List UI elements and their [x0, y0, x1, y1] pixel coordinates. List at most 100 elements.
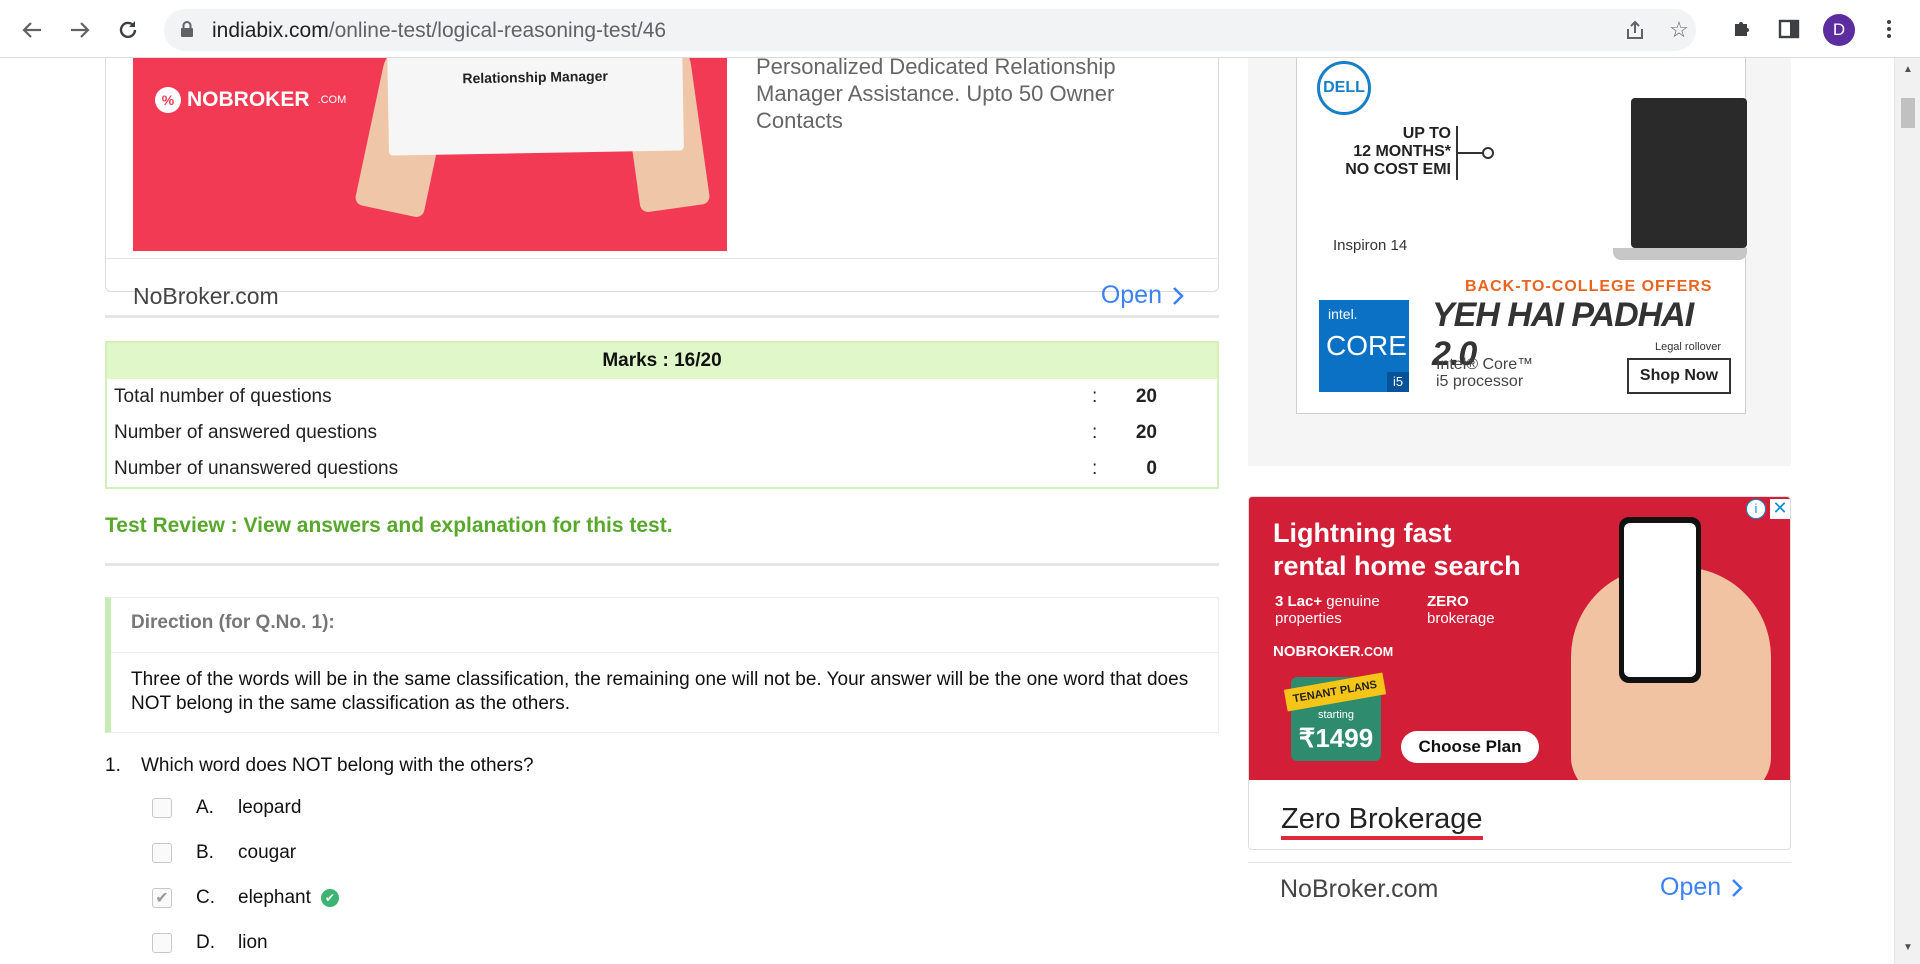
side-panel-icon[interactable]: [1774, 14, 1804, 44]
option-text[interactable]: lion: [238, 932, 268, 954]
page-viewport: Relationship Manager % NOBROKER .COM Pers…: [0, 58, 1920, 964]
processor-text: Intel® Core™ i5 processor: [1436, 356, 1533, 390]
correct-check-icon: ✔: [320, 889, 339, 907]
option-d[interactable]: D. lion: [152, 928, 268, 958]
address-bar[interactable]: indiabix.com/online-test/logical-reasoni…: [164, 9, 1696, 51]
option-checkbox-checked[interactable]: ✔: [152, 888, 172, 908]
ad-open-label: Open: [1100, 281, 1162, 309]
emi-offer-text: UP TO 12 MONTHS* NO COST EMI: [1319, 125, 1451, 179]
option-text[interactable]: leopard: [238, 797, 301, 819]
ad-footer-divider: [1248, 862, 1791, 863]
nobroker-logo: % NOBROKER .COM: [155, 87, 346, 113]
shop-now-button[interactable]: Shop Now: [1627, 358, 1731, 394]
legal-text: Legal rollover: [1654, 341, 1721, 353]
row-label: Total number of questions: [114, 386, 332, 407]
nobroker-brand-suffix: .COM: [317, 94, 347, 106]
option-checkbox[interactable]: [152, 843, 172, 863]
option-a[interactable]: A. leopard: [152, 793, 301, 823]
share-icon[interactable]: [1622, 17, 1648, 43]
nobroker-side-banner[interactable]: Lightning fast rental home search 3 Lac+…: [1249, 497, 1790, 780]
marks-row-answered: Number of answered questions : 20: [107, 415, 1217, 451]
laptop-model: Inspiron 14: [1333, 237, 1408, 254]
zero-brokerage-title[interactable]: Zero Brokerage: [1281, 802, 1483, 840]
direction-title: Direction (for Q.No. 1):: [131, 612, 335, 633]
dell-logo: DELL: [1317, 61, 1371, 115]
nobroker-side-logo: NOBROKER.COM: [1273, 643, 1393, 660]
phone-graphic: [1619, 517, 1701, 683]
option-text[interactable]: elephant: [238, 887, 311, 909]
back-arrow-icon[interactable]: [14, 12, 50, 48]
row-value: 0: [1146, 458, 1157, 479]
test-review-link[interactable]: Test Review : View answers and explanati…: [105, 514, 673, 538]
question-text: 1. Which word does NOT belong with the ot…: [105, 755, 534, 777]
intel-core-badge: intel. CORE i5: [1319, 300, 1409, 392]
forward-arrow-icon[interactable]: [62, 12, 98, 48]
row-label: Number of unanswered questions: [114, 458, 399, 479]
emi-line: NO COST EMI: [1345, 161, 1451, 178]
extensions-puzzle-icon[interactable]: [1727, 14, 1757, 44]
feature-bold: 3 Lac+: [1275, 593, 1323, 610]
row-value: 20: [1135, 386, 1157, 407]
question-number: 1.: [105, 755, 121, 776]
direction-divider: [111, 652, 1218, 653]
scroll-up-arrow-icon[interactable]: ▲: [1901, 64, 1915, 78]
side-ad-open-button[interactable]: Open: [1660, 873, 1743, 902]
lock-icon[interactable]: [180, 21, 194, 37]
marks-row-unanswered: Number of unanswered questions : 0: [107, 451, 1217, 487]
marks-heading: Marks : 16/20: [107, 343, 1217, 379]
feature-text: brokerage: [1427, 610, 1495, 627]
emi-line: UP TO: [1402, 125, 1451, 142]
option-letter: C.: [196, 887, 215, 908]
option-c[interactable]: ✔ C. elephant ✔: [152, 883, 339, 913]
intel-tier: i5: [1387, 372, 1409, 392]
scroll-down-arrow-icon[interactable]: ▼: [1901, 942, 1915, 956]
nobroker-top-ad[interactable]: Relationship Manager % NOBROKER .COM Pers…: [105, 58, 1219, 309]
row-colon: :: [1092, 458, 1098, 479]
page-scrollbar[interactable]: ▲ ▼: [1894, 58, 1920, 964]
row-label: Number of answered questions: [114, 422, 377, 443]
feature-brokerage: ZERO brokerage: [1427, 593, 1537, 627]
ad-info-icon[interactable]: i: [1746, 499, 1766, 519]
nobroker-side-logo-suffix: .COM: [1360, 645, 1394, 659]
ad-footer-divider: [106, 258, 1218, 259]
ad-site-name: NoBroker.com: [133, 283, 279, 309]
choose-plan-button[interactable]: Choose Plan: [1401, 731, 1539, 763]
question-body: Which word does NOT belong with the othe…: [141, 755, 534, 776]
option-checkbox[interactable]: [152, 798, 172, 818]
option-letter: B.: [196, 842, 214, 863]
nobroker-side-ad[interactable]: Lightning fast rental home search 3 Lac+…: [1248, 496, 1791, 850]
option-letter: D.: [196, 932, 215, 953]
nobroker-logo-icon: %: [155, 87, 181, 113]
browser-toolbar: indiabix.com/online-test/logical-reasoni…: [0, 0, 1920, 58]
nobroker-brand-text: NOBROKER: [187, 88, 310, 111]
row-colon: :: [1092, 386, 1098, 407]
ad-banner-image[interactable]: Relationship Manager % NOBROKER .COM: [133, 58, 727, 251]
direction-text: Three of the words will be in the same c…: [131, 669, 1189, 714]
url-text[interactable]: indiabix.com/online-test/logical-reasoni…: [212, 19, 666, 43]
dell-ad[interactable]: DELL UP TO 12 MONTHS* NO COST EMI Inspir…: [1296, 58, 1747, 414]
scrollbar-thumb[interactable]: [1901, 98, 1915, 128]
option-checkbox[interactable]: [152, 933, 172, 953]
feature-bold: ZERO: [1427, 593, 1469, 610]
option-text[interactable]: cougar: [238, 842, 296, 864]
option-letter: A.: [196, 797, 214, 818]
ad-open-button[interactable]: Open: [1101, 281, 1184, 310]
option-b[interactable]: B. cougar: [152, 838, 296, 868]
offer-label: BACK-TO-COLLEGE OFFERS: [1465, 278, 1713, 295]
browser-menu-icon[interactable]: [1874, 14, 1904, 44]
ad-description: Personalized Dedicated Relationship Mana…: [756, 58, 1116, 133]
processor-line: Intel® Core™: [1436, 356, 1534, 373]
row-colon: :: [1092, 422, 1098, 443]
bookmark-star-icon[interactable]: ☆: [1666, 17, 1692, 43]
profile-avatar[interactable]: D: [1823, 14, 1855, 46]
emi-line: 12 MONTHS*: [1353, 143, 1451, 160]
section-divider: [105, 315, 1219, 318]
ad-close-icon[interactable]: ✕: [1770, 499, 1790, 519]
row-value: 20: [1135, 422, 1157, 443]
reload-icon[interactable]: [110, 12, 146, 48]
nobroker-headline: Lightning fast rental home search: [1273, 517, 1521, 583]
marks-summary-table: Marks : 16/20 Total number of questions …: [105, 341, 1219, 489]
side-ad-site-name: NoBroker.com: [1280, 875, 1439, 903]
processor-line: i5 processor: [1436, 373, 1524, 390]
laptop-base: [1613, 248, 1747, 260]
